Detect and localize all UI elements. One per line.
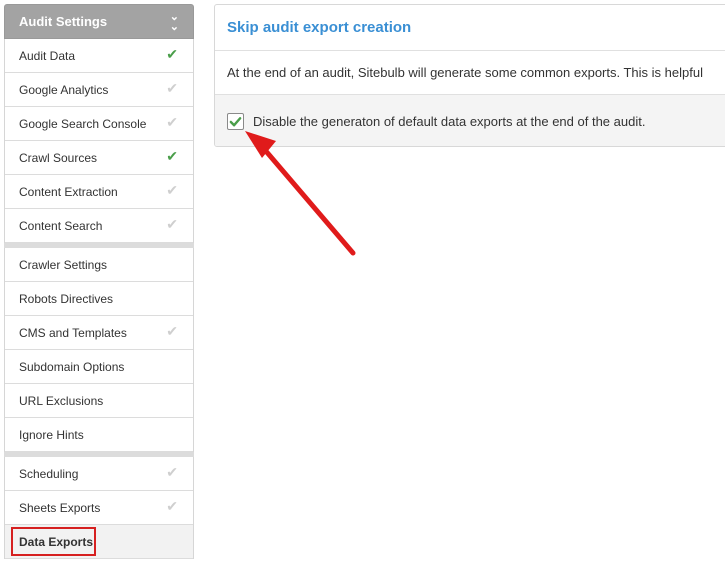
disable-exports-checkbox[interactable] xyxy=(227,112,244,130)
sidebar-item-label: Data Exports xyxy=(19,534,94,549)
sidebar-item-label: Content Search xyxy=(19,218,103,233)
checkbox-label[interactable]: Disable the generaton of default data ex… xyxy=(253,114,645,129)
check-icon: ✔ xyxy=(166,148,178,164)
sidebar-item-robots-directives[interactable]: Robots Directives xyxy=(5,282,193,316)
check-icon: ✔ xyxy=(166,498,178,514)
sidebar-item-label: Ignore Hints xyxy=(19,427,84,442)
sidebar-item-label: Google Analytics xyxy=(19,82,109,97)
check-icon: ✔ xyxy=(166,114,178,130)
sidebar-item-audit-data[interactable]: Audit Data ✔ xyxy=(5,39,193,73)
check-icon: ✔ xyxy=(166,46,178,62)
sidebar-group-audit: Audit Data ✔ Google Analytics ✔ Google S… xyxy=(4,39,194,243)
sidebar-item-label: Robots Directives xyxy=(19,291,114,306)
check-icon: ✔ xyxy=(166,80,178,96)
sidebar-item-content-search[interactable]: Content Search ✔ xyxy=(5,209,193,243)
highlight-box: Data Exports xyxy=(11,527,96,556)
sidebar-item-scheduling[interactable]: Scheduling ✔ xyxy=(5,457,193,491)
sidebar-item-sheets-exports[interactable]: Sheets Exports ✔ xyxy=(5,491,193,525)
sidebar-item-label: CMS and Templates xyxy=(19,325,127,340)
double-chevron-down-icon[interactable]: ⌄ ⌄ xyxy=(170,12,179,33)
check-icon: ✔ xyxy=(166,464,178,480)
sidebar-item-url-exclusions[interactable]: URL Exclusions xyxy=(5,384,193,418)
sidebar-item-label: Crawl Sources xyxy=(19,150,98,165)
sidebar-item-content-extraction[interactable]: Content Extraction ✔ xyxy=(5,175,193,209)
sidebar-header[interactable]: Audit Settings ⌄ ⌄ xyxy=(4,4,194,39)
sidebar-group-exports: Scheduling ✔ Sheets Exports ✔ Data Expor… xyxy=(4,457,194,559)
sidebar-item-data-exports[interactable]: Data Exports xyxy=(5,525,193,559)
sidebar-item-google-search-console[interactable]: Google Search Console ✔ xyxy=(5,107,193,141)
sidebar-item-label: Audit Data xyxy=(19,48,76,63)
sidebar-item-label: Content Extraction xyxy=(19,184,118,199)
sidebar: Audit Settings ⌄ ⌄ Audit Data ✔ Google An… xyxy=(4,4,194,559)
sidebar-item-crawler-settings[interactable]: Crawler Settings xyxy=(5,248,193,282)
sidebar-item-google-analytics[interactable]: Google Analytics ✔ xyxy=(5,73,193,107)
sidebar-item-label: Scheduling xyxy=(19,466,79,481)
option-row: Disable the generaton of default data ex… xyxy=(215,95,725,146)
sidebar-item-label: Sheets Exports xyxy=(19,500,101,515)
sidebar-header-title: Audit Settings xyxy=(19,14,108,29)
arrow-shaft xyxy=(262,147,356,256)
sidebar-item-cms-and-templates[interactable]: CMS and Templates ✔ xyxy=(5,316,193,350)
sidebar-item-label: Google Search Console xyxy=(19,116,147,131)
sidebar-item-crawl-sources[interactable]: Crawl Sources ✔ xyxy=(5,141,193,175)
sidebar-item-label: URL Exclusions xyxy=(19,393,104,408)
sidebar-item-ignore-hints[interactable]: Ignore Hints xyxy=(5,418,193,452)
check-icon: ✔ xyxy=(166,182,178,198)
sidebar-item-subdomain-options[interactable]: Subdomain Options xyxy=(5,350,193,384)
sidebar-item-label: Subdomain Options xyxy=(19,359,125,374)
panel-title: Skip audit export creation xyxy=(215,5,725,51)
sidebar-group-crawler: Crawler Settings Robots Directives CMS a… xyxy=(4,248,194,452)
settings-panel: Skip audit export creation At the end of… xyxy=(214,4,725,147)
sidebar-item-label: Crawler Settings xyxy=(19,257,108,272)
check-icon: ✔ xyxy=(166,216,178,232)
check-icon: ✔ xyxy=(166,323,178,339)
panel-description: At the end of an audit, Sitebulb will ge… xyxy=(215,51,725,95)
checkmark-icon xyxy=(229,116,242,126)
